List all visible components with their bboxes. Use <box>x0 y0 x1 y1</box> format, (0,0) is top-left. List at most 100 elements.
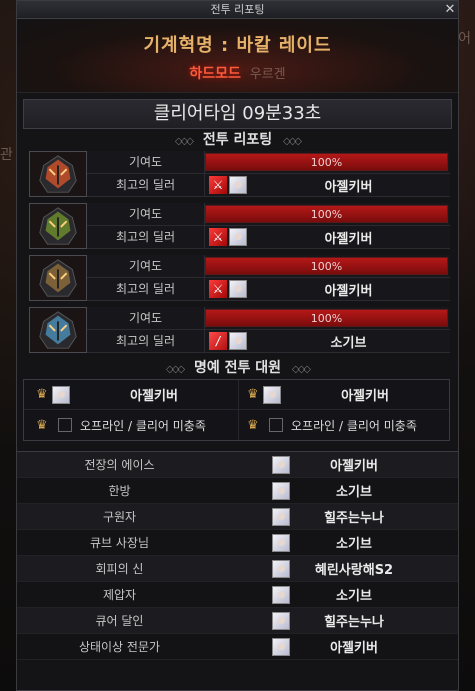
boss-stats: 기여도 100% 최고의 딜러 ⚔ 아젤키버 <box>87 203 450 249</box>
raid-name: 기계혁명 : 바칼 레이드 <box>143 35 332 56</box>
award-title: 전장의 에이스 <box>84 458 155 472</box>
dealer-name: 아젤키버 <box>324 283 373 299</box>
award-player[interactable]: 소기브 <box>290 481 458 500</box>
contribution-value: 100% <box>310 312 343 325</box>
dealer-name: 아젤키버 <box>324 231 373 247</box>
boss-stats: 기여도 100% 최고의 딜러 ⚔ 아젤키버 <box>87 151 450 197</box>
contribution-value: 100% <box>310 208 343 221</box>
report-section-title: ◇◇◇ 전투 리포팅 ◇◇◇ <box>17 129 458 151</box>
contribution-bar: 100% <box>205 307 450 329</box>
boss-portrait-art <box>30 256 86 300</box>
awards-table: 전장의 에이스 아젤키버 한방 소기브 구원자 힐주는누나 큐브 사장님 소기브… <box>17 451 458 660</box>
crown-icon: ♛ <box>247 387 259 402</box>
avatar <box>272 637 290 656</box>
honor-member-empty: ♛ 오프라인 / 클리어 미충족 <box>238 410 449 440</box>
contribution-line: 기여도 100% <box>87 255 450 278</box>
metal-dragon-icon <box>29 255 87 301</box>
award-row: 한방 소기브 <box>17 478 458 504</box>
honor-member[interactable]: ♛ 아젤키버 <box>24 380 238 409</box>
award-player[interactable]: 소기브 <box>290 585 458 604</box>
close-button[interactable]: ✕ <box>441 1 459 19</box>
honor-row: ♛ 오프라인 / 클리어 미충족 ♛ 오프라인 / 클리어 미충족 <box>24 410 449 440</box>
sword-class-icon: ⚔ <box>209 228 227 246</box>
best-dealer[interactable]: ⚔ 아젤키버 <box>205 174 450 196</box>
clear-time: 클리어타임 09분33초 <box>23 99 452 129</box>
ice-dragon-icon <box>29 307 87 353</box>
boss-report-row: 기여도 100% 최고의 딜러 ⚔ 아젤키버 <box>29 151 450 197</box>
window-titlebar[interactable]: 전투 리포팅 ✕ <box>17 1 458 19</box>
contribution-label: 기여도 <box>87 151 205 173</box>
award-row: 회피의 신 혜린사랑해S2 <box>17 556 458 582</box>
avatar <box>272 533 290 552</box>
boss-stats: 기여도 100% 최고의 딜러 ⚔ 아젤키버 <box>87 255 450 301</box>
best-dealer-label: 최고의 딜러 <box>87 174 205 196</box>
best-dealer-label: 최고의 딜러 <box>87 278 205 300</box>
contribution-label: 기여도 <box>87 307 205 329</box>
honor-member[interactable]: ♛ 아젤키버 <box>238 380 449 409</box>
award-row: 큐어 달인 힐주는누나 <box>17 608 458 634</box>
raid-mode: 하드모드 우르겐 <box>17 63 458 83</box>
contribution-value: 100% <box>310 260 343 273</box>
avatar <box>52 385 70 404</box>
avatar <box>229 228 247 246</box>
bar-track: 100% <box>205 205 448 223</box>
boss-report-row: 기여도 100% 최고의 딜러 ⚔ 아젤키버 <box>29 203 450 249</box>
boss-stats: 기여도 100% 최고의 딜러 / 소기브 <box>87 307 450 353</box>
honor-member-status: 오프라인 / 클리어 미충족 <box>291 418 417 433</box>
best-dealer[interactable]: ⚔ 아젤키버 <box>205 226 450 248</box>
best-dealer-label: 최고의 딜러 <box>87 330 205 352</box>
decor-icon: ◇◇◇ <box>283 136 302 147</box>
award-player[interactable]: 아젤키버 <box>290 455 458 474</box>
decor-icon: ◇◇◇ <box>166 364 185 375</box>
boss-report-list: 기여도 100% 최고의 딜러 ⚔ 아젤키버 기여도 100% 최고의 딜러 ⚔… <box>17 151 458 353</box>
contribution-label: 기여도 <box>87 255 205 277</box>
decor-icon: ◇◇◇ <box>291 364 311 375</box>
award-title: 한방 <box>108 484 131 498</box>
dealer-name: 소기브 <box>330 335 367 351</box>
empty-slot <box>269 418 283 432</box>
sword-class-icon: ⚔ <box>209 176 227 194</box>
best-dealer[interactable]: ⚔ 아젤키버 <box>205 278 450 300</box>
avatar <box>272 585 290 604</box>
honor-member-empty: ♛ 오프라인 / 클리어 미충족 <box>24 410 238 440</box>
background-text-left: 관 <box>0 147 13 163</box>
award-player[interactable]: 힐주는누나 <box>290 507 458 526</box>
avatar <box>229 176 247 194</box>
best-dealer-line: 최고의 딜러 ⚔ 아젤키버 <box>87 174 450 197</box>
contribution-bar: 100% <box>205 151 450 173</box>
award-player[interactable]: 힐주는누나 <box>290 611 458 630</box>
best-dealer-label: 최고의 딜러 <box>87 226 205 248</box>
raid-mode-label: 하드모드 <box>189 66 241 82</box>
avatar <box>272 611 290 630</box>
avatar <box>272 481 290 500</box>
award-player[interactable]: 아젤키버 <box>290 637 458 656</box>
contribution-line: 기여도 100% <box>87 203 450 226</box>
window-title: 전투 리포팅 <box>210 3 265 16</box>
honor-members: ♛ 아젤키버 ♛ 아젤키버 ♛ 오프라인 / 클리어 미충족 ♛ 오프라인 / … <box>23 379 450 441</box>
crown-icon: ♛ <box>36 417 48 433</box>
best-dealer-line: 최고의 딜러 / 소기브 <box>87 330 450 353</box>
best-dealer[interactable]: / 소기브 <box>205 330 450 352</box>
bar-track: 100% <box>205 257 448 275</box>
award-title: 제압자 <box>102 588 137 602</box>
honor-member-name: 아젤키버 <box>341 389 389 404</box>
award-row: 제압자 소기브 <box>17 582 458 608</box>
contribution-label: 기여도 <box>87 203 205 225</box>
award-title: 큐브 사장님 <box>89 536 149 550</box>
award-player[interactable]: 소기브 <box>290 533 458 552</box>
honor-section-title: ◇◇◇ 명예 전투 대원 ◇◇◇ <box>17 357 458 379</box>
empty-slot <box>58 418 72 432</box>
bar-track: 100% <box>205 309 448 327</box>
contribution-bar: 100% <box>205 255 450 277</box>
boss-report-row: 기여도 100% 최고의 딜러 / 소기브 <box>29 307 450 353</box>
boss-portrait-art <box>30 152 86 196</box>
award-player[interactable]: 혜린사랑해S2 <box>290 559 458 578</box>
raid-mode-extra: 우르겐 <box>249 67 286 82</box>
sword-class-icon: ⚔ <box>209 280 227 298</box>
crown-icon: ♛ <box>36 387 48 402</box>
boss-portrait-art <box>30 204 86 248</box>
avatar <box>263 385 281 404</box>
award-row: 상태이상 전문가 아젤키버 <box>17 634 458 660</box>
honor-member-name: 아젤키버 <box>130 389 178 404</box>
fire-dragon-icon <box>29 151 87 197</box>
